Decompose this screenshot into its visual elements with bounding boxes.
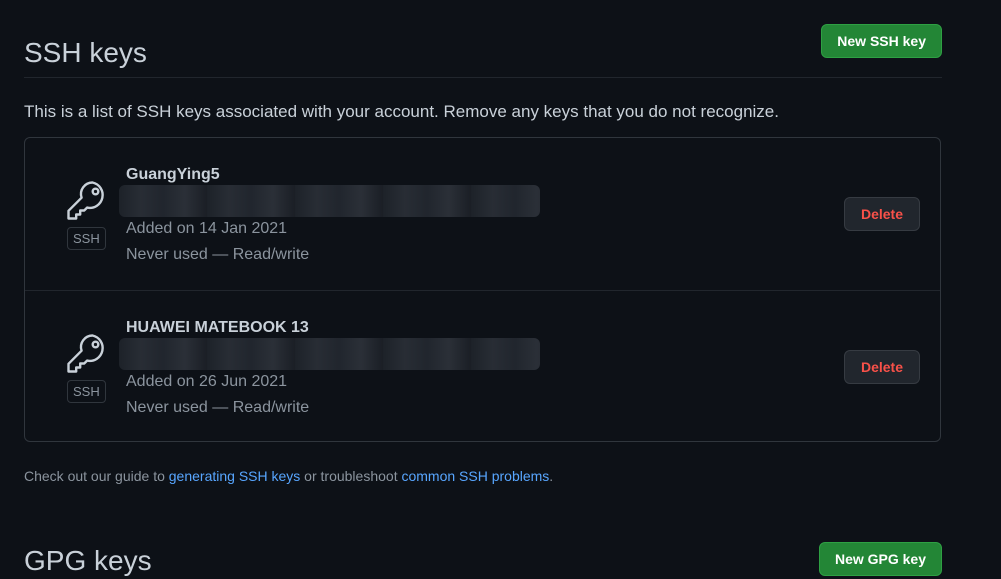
key-icon-container: SSH [65, 178, 109, 250]
delete-key-button[interactable]: Delete [844, 197, 920, 231]
ssh-key-list: SSH GuangYing5 Added on 14 Jan 2021 Neve… [24, 137, 941, 442]
ssh-badge: SSH [67, 380, 106, 403]
ssh-keys-title: SSH keys [24, 36, 147, 68]
ssh-keys-header: SSH keys New SSH key [24, 23, 942, 78]
key-icon [67, 181, 104, 220]
key-usage-status: Never used — Read/write [126, 399, 310, 416]
ssh-key-item: SSH HUAWEI MATEBOOK 13 Added on 26 Jun 2… [25, 290, 940, 443]
ssh-key-item: SSH GuangYing5 Added on 14 Jan 2021 Neve… [25, 138, 940, 290]
ssh-badge: SSH [67, 227, 106, 250]
generating-ssh-keys-link[interactable]: generating SSH keys [169, 468, 301, 484]
gpg-keys-title: GPG keys [24, 545, 152, 576]
guide-suffix: . [549, 468, 554, 484]
delete-key-button[interactable]: Delete [844, 350, 920, 384]
key-added-date: Added on 14 Jan 2021 [126, 220, 288, 237]
redacted-fingerprint [119, 185, 540, 217]
key-name: GuangYing5 [126, 166, 220, 183]
key-name: HUAWEI MATEBOOK 13 [126, 319, 309, 336]
gpg-keys-header: GPG keys New GPG key [24, 540, 942, 578]
key-icon-container: SSH [65, 331, 109, 403]
new-ssh-key-button[interactable]: New SSH key [821, 23, 942, 58]
key-usage-status: Never used — Read/write [126, 246, 310, 263]
key-added-date: Added on 26 Jun 2021 [126, 373, 288, 390]
key-icon [67, 334, 104, 373]
ssh-keys-description: This is a list of SSH keys associated wi… [24, 102, 779, 121]
ssh-guide-text: Check out our guide to generating SSH ke… [24, 468, 553, 484]
common-ssh-problems-link[interactable]: common SSH problems [401, 468, 549, 484]
guide-prefix: Check out our guide to [24, 468, 169, 484]
redacted-fingerprint [119, 338, 540, 370]
guide-middle: or troubleshoot [300, 468, 402, 484]
new-gpg-key-button[interactable]: New GPG key [818, 542, 942, 576]
